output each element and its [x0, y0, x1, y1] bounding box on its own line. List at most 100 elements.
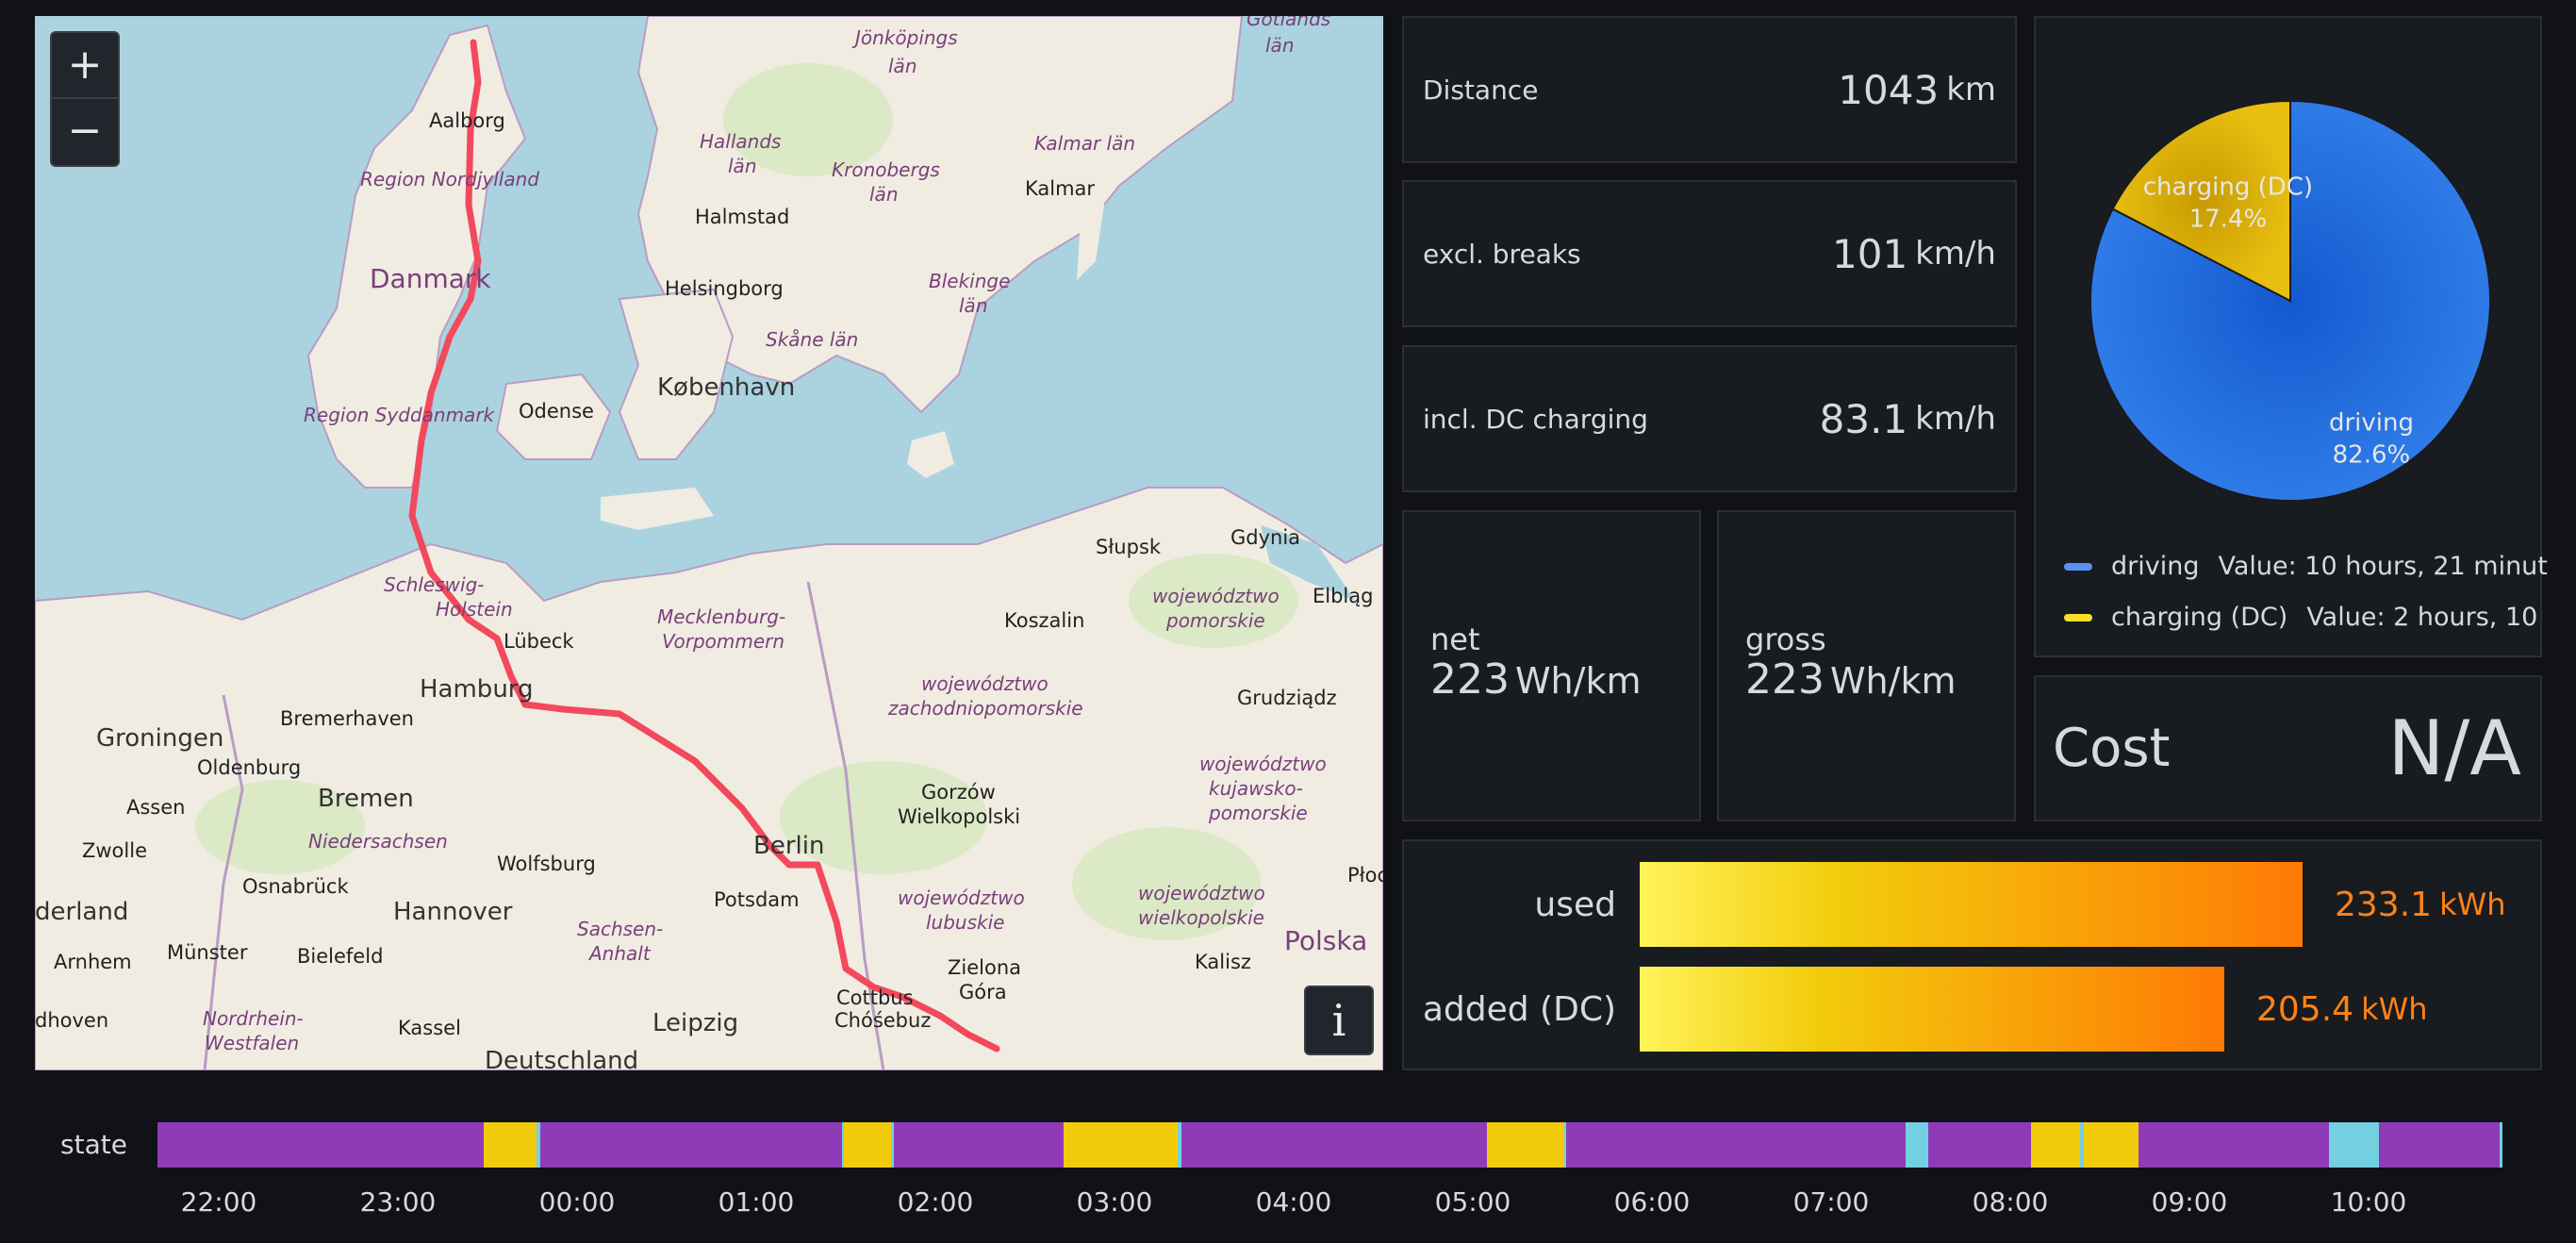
timeline-tick: 05:00 — [1434, 1186, 1511, 1218]
timeline-segment-other[interactable] — [1905, 1122, 1928, 1168]
map-label: pomorskie — [1165, 609, 1265, 632]
map-label: Słupsk — [1096, 536, 1162, 558]
map-label: Elbląg — [1313, 585, 1373, 607]
speed-excl-breaks-value: 101 km/h — [1832, 182, 1996, 325]
map-label: Helsingborg — [665, 277, 784, 300]
zoom-out-button[interactable]: − — [52, 97, 118, 163]
map-info-button[interactable]: i — [1304, 986, 1374, 1055]
map-label: Mecklenburg- — [657, 605, 785, 628]
energy-row-used: used 233.1 kWh — [1404, 862, 2540, 947]
map-label: pomorskie — [1208, 802, 1308, 824]
speed-incl-dc-label: incl. DC charging — [1423, 403, 1648, 435]
speed-incl-dc-unit: km/h — [1915, 400, 1996, 438]
legend-value-charging: Value: 2 hours, 10 — [2306, 603, 2538, 632]
map-label: Lübeck — [504, 630, 574, 653]
map-label: län — [1265, 34, 1295, 57]
cost-label: Cost — [2053, 718, 2171, 779]
map-label: województwo — [1199, 753, 1327, 775]
efficiency-net-number: 223 — [1430, 655, 1510, 704]
pie-label-driving: driving — [2329, 408, 2414, 437]
map-label: Schleswig- — [384, 573, 484, 596]
speed-excl-breaks-unit: km/h — [1915, 235, 1996, 273]
cost-panel: Cost N/A — [2034, 675, 2542, 821]
map-label: län — [959, 294, 988, 317]
timeline-segment-driving[interactable] — [2138, 1122, 2329, 1168]
timeline-segment-driving[interactable] — [540, 1122, 843, 1168]
efficiency-gross-value: 223 Wh/km — [1745, 655, 1956, 704]
map-label: województwo — [1152, 585, 1280, 607]
timeline-tick: 22:00 — [180, 1186, 257, 1218]
map-label: Kalisz — [1195, 951, 1251, 973]
efficiency-net-unit: Wh/km — [1514, 660, 1642, 702]
timeline-segment-driving[interactable] — [1927, 1122, 2031, 1168]
map-label: Kalmar län — [1034, 132, 1135, 155]
energy-bar-gauge-panel: used 233.1 kWh added (DC) 205.4 kWh — [1402, 839, 2542, 1070]
map-label: województwo — [1138, 882, 1265, 904]
speed-excl-breaks-panel: excl. breaks 101 km/h — [1402, 180, 2017, 327]
map-label: wielkopolskie — [1138, 906, 1264, 929]
zoom-in-button[interactable]: + — [52, 33, 118, 97]
timeline-segment-charging[interactable] — [484, 1122, 537, 1168]
map-label: Münster — [167, 941, 248, 964]
state-timeline[interactable] — [157, 1122, 2502, 1168]
map-label: Holstein — [436, 598, 513, 621]
distance-number: 1043 — [1838, 66, 1940, 113]
timeline-tick: 08:00 — [1972, 1186, 2049, 1218]
map-label: Arnhem — [54, 951, 132, 973]
map-label: Kalmar — [1025, 177, 1095, 200]
energy-used-track — [1640, 862, 2394, 947]
map-label: Gotlands — [1247, 16, 1330, 30]
map-label: Odense — [519, 400, 594, 423]
map-label: lubuskie — [926, 911, 1004, 934]
map-label: Wielkopolski — [898, 805, 1020, 828]
time-split-pie-panel: charging (DC) 17.4% driving 82.6% drivin… — [2034, 16, 2548, 657]
map-label: Bremen — [318, 785, 414, 813]
map-label: dhoven — [35, 1009, 108, 1032]
map-label: Cottbus — [836, 986, 914, 1009]
timeline-segment-charging[interactable] — [1486, 1122, 1564, 1168]
timeline-segment-charging[interactable] — [2030, 1122, 2080, 1168]
timeline-segment-other[interactable] — [2499, 1122, 2502, 1168]
distance-value: 1043 km — [1838, 18, 1996, 161]
map-label: Grudziądz — [1237, 687, 1337, 709]
efficiency-gross-panel: gross 223 Wh/km — [1717, 510, 2016, 821]
map-label: Sachsen- — [577, 918, 663, 940]
map-label: Kassel — [398, 1017, 461, 1039]
energy-used-label: used — [1534, 885, 1616, 924]
map-label: Anhalt — [587, 942, 652, 965]
timeline-tick: 09:00 — [2151, 1186, 2228, 1218]
map-label: Westfalen — [205, 1032, 299, 1054]
timeline-axis: 22:00 23:00 00:00 01:00 02:00 03:00 04:00 05:00… — [0, 1186, 2576, 1224]
timeline-segment-driving[interactable] — [2378, 1122, 2500, 1168]
legend-item-driving[interactable]: driving Value: 10 hours, 21 minut — [2064, 552, 2548, 581]
timeline-segment-charging[interactable] — [1064, 1122, 1179, 1168]
map-label: Zwolle — [82, 839, 147, 862]
map-label: zachodniopomorskie — [887, 697, 1083, 720]
map-label: Region Syddanmark — [304, 404, 496, 426]
distance-label: Distance — [1423, 74, 1539, 106]
efficiency-net-panel: net 223 Wh/km — [1402, 510, 1701, 821]
map-label: Góra — [959, 981, 1007, 1003]
map-label: Polska — [1284, 925, 1367, 956]
trip-map[interactable]: Jönköpings län Gotlands län Hallands län… — [35, 16, 1383, 1070]
timeline-segment-driving[interactable] — [157, 1122, 485, 1168]
map-label: Danmark — [370, 263, 491, 294]
legend-swatch-charging — [2064, 613, 2092, 622]
timeline-segment-driving[interactable] — [1181, 1122, 1487, 1168]
legend-item-charging[interactable]: charging (DC) Value: 2 hours, 10 — [2064, 603, 2537, 632]
energy-used-unit: kWh — [2439, 887, 2506, 922]
timeline-segment-driving[interactable] — [1565, 1122, 1906, 1168]
map-label: Blekinge — [929, 270, 1010, 292]
timeline-tick: 07:00 — [1792, 1186, 1870, 1218]
energy-added-label: added (DC) — [1422, 989, 1616, 1029]
timeline-segment-charging[interactable] — [2083, 1122, 2138, 1168]
map-label: Bremerhaven — [280, 707, 414, 730]
timeline-segment-charging[interactable] — [844, 1122, 892, 1168]
energy-row-added: added (DC) 205.4 kWh — [1404, 967, 2540, 1052]
map-label: Halmstad — [695, 206, 789, 228]
timeline-segment-driving[interactable] — [894, 1122, 1065, 1168]
legend-swatch-driving — [2064, 562, 2092, 571]
pie-chart: charging (DC) 17.4% driving 82.6% — [2089, 99, 2491, 502]
timeline-segment-other[interactable] — [2328, 1122, 2379, 1168]
timeline-tick: 02:00 — [897, 1186, 974, 1218]
